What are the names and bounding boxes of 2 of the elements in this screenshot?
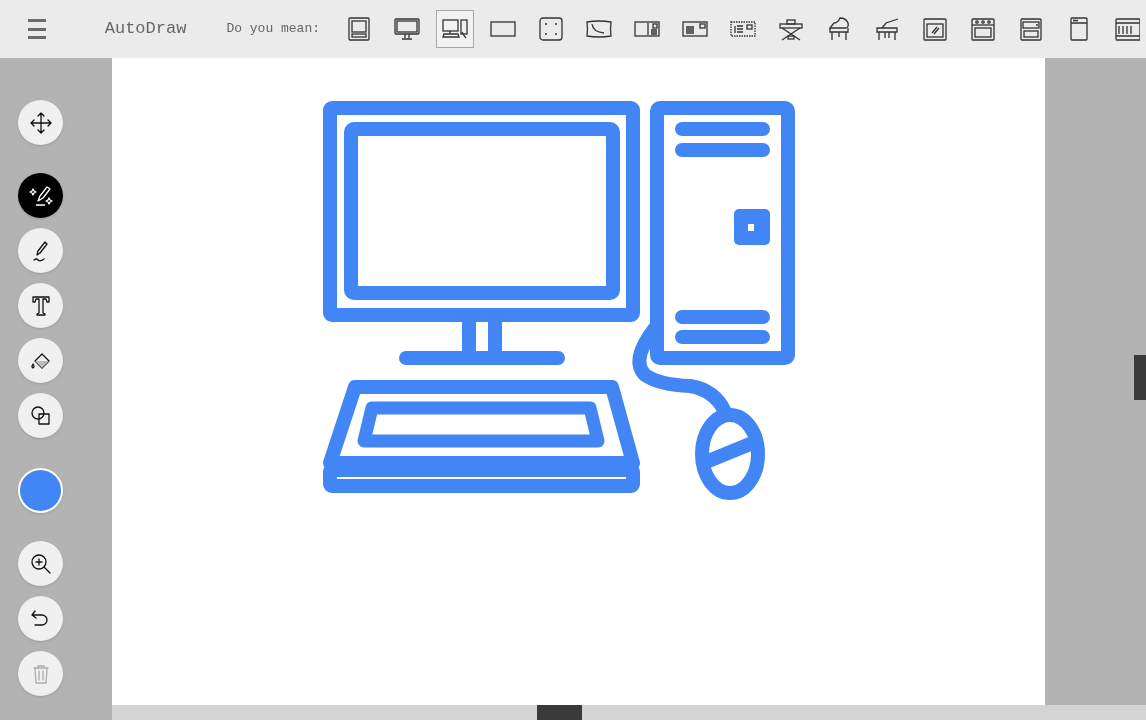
suggestions-label: Do you mean: <box>226 20 320 39</box>
app-title: AutoDraw <box>104 18 187 41</box>
